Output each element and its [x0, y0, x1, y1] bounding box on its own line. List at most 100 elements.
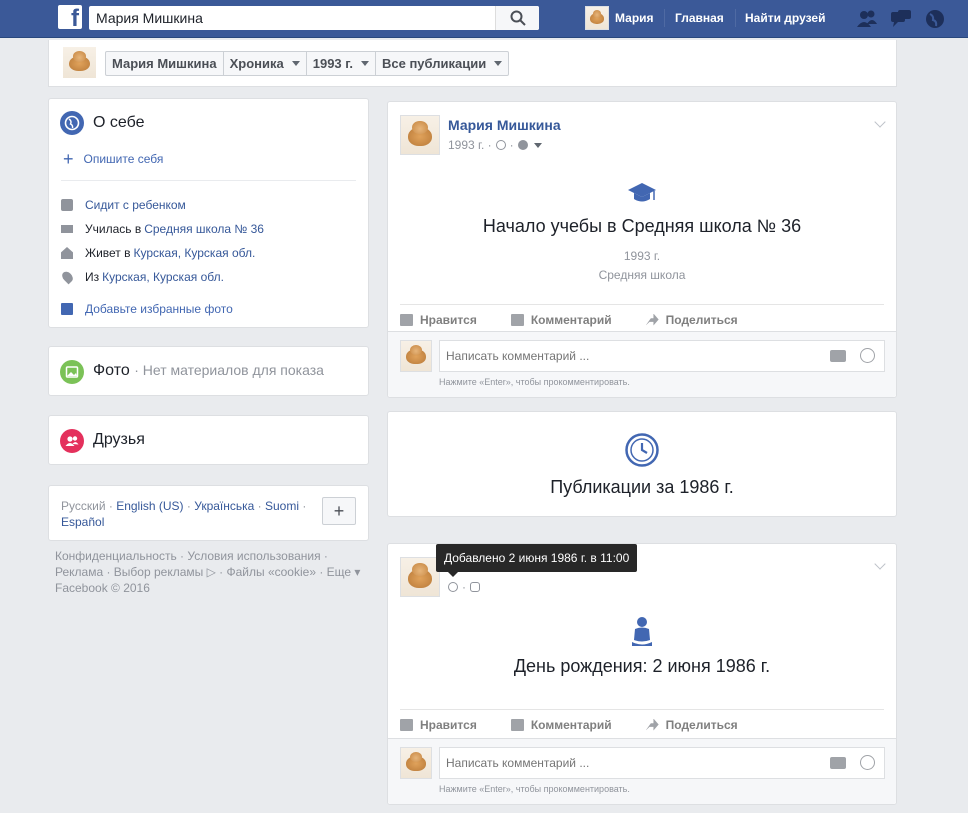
- plus-icon: +: [63, 149, 74, 169]
- top-navigation-bar: f Мария Главная Найти друзей: [0, 0, 968, 38]
- friends-card[interactable]: Друзья: [48, 415, 369, 465]
- notifications-globe-icon[interactable]: [924, 9, 946, 29]
- comment-icon: [510, 718, 524, 731]
- share-button[interactable]: Поделиться: [645, 313, 738, 327]
- comment-button[interactable]: Комментарий: [510, 718, 612, 732]
- location-pin-icon: [60, 269, 75, 285]
- about-card: О себе + Опишите себя Сидит с ребенком У…: [48, 98, 369, 328]
- info-row-education: Училась в Средняя школа № 36: [61, 222, 264, 236]
- nav-divider: [735, 9, 736, 27]
- like-button[interactable]: Нравится: [400, 313, 477, 327]
- language-link[interactable]: Suomi: [265, 499, 299, 513]
- copyright: Facebook © 2016: [55, 581, 150, 595]
- comment-button[interactable]: Комментарий: [510, 313, 612, 327]
- avatar[interactable]: [400, 115, 440, 155]
- nav-profile-link[interactable]: Мария: [585, 6, 654, 30]
- comment-input[interactable]: [440, 341, 810, 371]
- graduation-cap-icon: [628, 183, 656, 202]
- globe-icon: [60, 111, 84, 135]
- event-year: 1993 г.: [623, 249, 661, 263]
- info-row-status: Сидит с ребенком: [61, 198, 186, 212]
- friend-requests-icon[interactable]: [856, 9, 878, 29]
- share-button[interactable]: Поделиться: [645, 718, 738, 732]
- breadcrumb: Мария Мишкина Хроника 1993 г. Все публик…: [105, 51, 510, 76]
- divider: [61, 180, 356, 181]
- post-options-chevron-icon[interactable]: [874, 116, 886, 128]
- footer-links[interactable]: Конфиденциальность · Условия использован…: [55, 548, 365, 564]
- avatar[interactable]: [400, 557, 440, 597]
- search-icon: [510, 10, 526, 26]
- chevron-down-icon: [291, 61, 300, 66]
- avatar: [400, 340, 432, 372]
- crumb-profile-name[interactable]: Мария Мишкина: [106, 52, 224, 75]
- language-link[interactable]: English (US): [116, 499, 183, 513]
- photos-card[interactable]: Фото · Нет материалов для показа: [48, 346, 369, 396]
- birthday-post: · День рождения: 2 июня 1986 г. Нравится…: [387, 543, 897, 805]
- nav-find-friends-link[interactable]: Найти друзей: [745, 11, 825, 25]
- like-button[interactable]: Нравится: [400, 718, 477, 732]
- camera-icon[interactable]: [830, 757, 846, 769]
- post-meta: ·: [448, 580, 480, 594]
- post-actions: Нравится Комментарий Поделиться: [400, 304, 884, 334]
- languages-card: Русский · English (US) · Українська · Su…: [48, 485, 369, 541]
- add-language-button[interactable]: +: [322, 497, 356, 525]
- share-arrow-icon: [645, 313, 659, 326]
- facebook-logo-icon[interactable]: f: [58, 5, 82, 31]
- avatar: [585, 6, 609, 30]
- describe-yourself-link[interactable]: + Опишите себя: [63, 149, 163, 169]
- audience-friends-icon[interactable]: [470, 582, 480, 592]
- friends-icon: [60, 429, 84, 453]
- language-current: Русский: [61, 499, 106, 513]
- home-icon: [61, 247, 73, 259]
- comment-composer: Нажмите «Enter», чтобы прокомментировать…: [388, 738, 896, 804]
- info-row-lives: Живет в Курская, Курская обл.: [61, 246, 255, 260]
- photos-title: Фото: [93, 362, 130, 379]
- chevron-down-icon: [494, 61, 503, 66]
- nav-home-link[interactable]: Главная: [675, 11, 724, 25]
- language-link[interactable]: Español: [61, 515, 104, 529]
- camera-icon[interactable]: [830, 350, 846, 362]
- emoji-icon[interactable]: [860, 348, 875, 363]
- thumbs-up-icon: [400, 718, 413, 731]
- post-options-chevron-icon[interactable]: [874, 558, 886, 570]
- messages-icon[interactable]: [890, 9, 912, 29]
- crumb-timeline[interactable]: Хроника: [224, 52, 307, 75]
- clock-icon[interactable]: [448, 582, 458, 592]
- graduation-cap-icon: [61, 225, 73, 233]
- post-actions: Нравится Комментарий Поделиться: [400, 709, 884, 739]
- nav-divider: [664, 9, 665, 27]
- language-list: Русский · English (US) · Українська · Su…: [61, 499, 307, 529]
- photos-icon: [60, 360, 84, 384]
- info-row-from: Из Курская, Курская обл.: [60, 269, 224, 285]
- search-button[interactable]: [495, 6, 539, 30]
- crumb-year[interactable]: 1993 г.: [307, 52, 376, 75]
- search-bar: [89, 6, 539, 30]
- add-photos-link[interactable]: Добавьте избранные фото: [61, 302, 233, 316]
- comment-hint: Нажмите «Enter», чтобы прокомментировать…: [439, 784, 630, 794]
- thumbs-up-icon: [400, 313, 413, 326]
- emoji-icon[interactable]: [860, 755, 875, 770]
- search-input[interactable]: [89, 6, 489, 30]
- briefcase-icon: [61, 199, 73, 211]
- year-section-card: Публикации за 1986 г.: [387, 411, 897, 517]
- event-title: День рождения: 2 июня 1986 г.: [513, 656, 771, 676]
- event-type: Средняя школа: [598, 268, 686, 282]
- footer: Конфиденциальность · Условия использован…: [55, 548, 365, 596]
- event-title: Начало учебы в Средняя школа № 36: [482, 216, 802, 236]
- footer-links[interactable]: Реклама · Выбор рекламы ▷ · Файлы «cooki…: [55, 564, 365, 580]
- post-date[interactable]: 1993 г. ·: [448, 138, 492, 152]
- post-meta: 1993 г. · ·: [448, 138, 542, 152]
- post-author[interactable]: Мария Мишкина: [448, 117, 561, 133]
- timeline-navigation-bar: Мария Мишкина Хроника 1993 г. Все публик…: [48, 40, 897, 87]
- avatar[interactable]: [63, 47, 96, 78]
- clock-icon: [495, 140, 506, 150]
- audience-globe-icon[interactable]: [517, 140, 528, 150]
- avatar: [400, 747, 432, 779]
- language-link[interactable]: Українська: [194, 499, 254, 513]
- chevron-down-icon: [361, 61, 369, 66]
- chevron-down-icon[interactable]: [533, 142, 542, 148]
- comment-input[interactable]: [440, 748, 810, 778]
- year-section-title: Публикации за 1986 г.: [550, 477, 734, 497]
- crumb-filter[interactable]: Все публикации: [376, 52, 508, 75]
- comment-hint: Нажмите «Enter», чтобы прокомментировать…: [439, 377, 630, 387]
